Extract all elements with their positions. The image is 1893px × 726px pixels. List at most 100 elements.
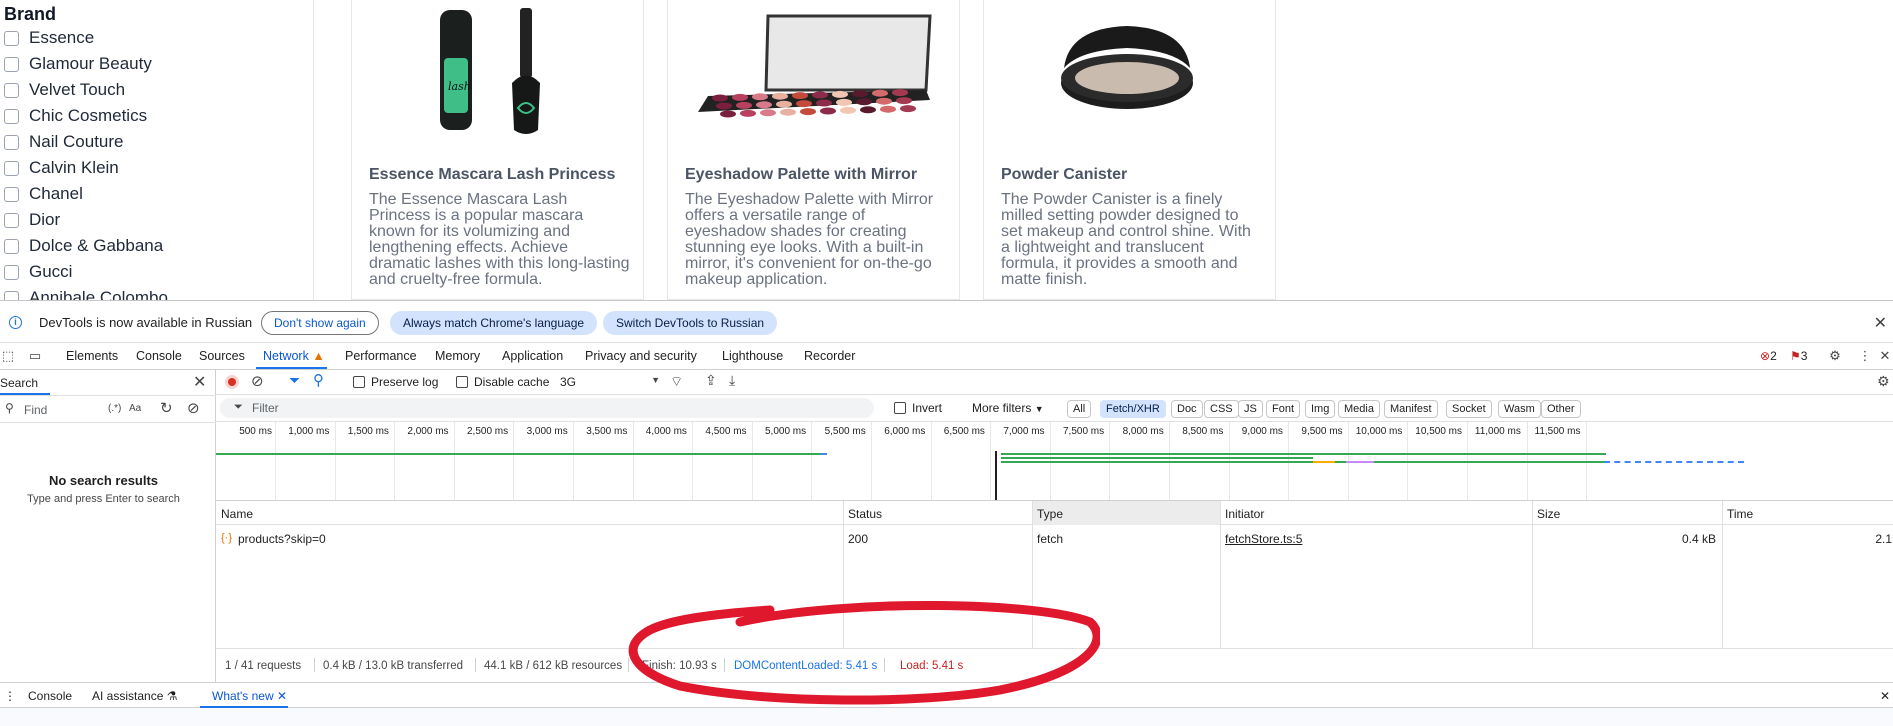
network-overview-timeline[interactable]: 500 ms 1,000 ms 1,500 ms 2,000 ms 2,500 ms 3,… (216, 422, 1893, 501)
inspect-element-icon[interactable]: ⬚ (0, 348, 16, 364)
filter-chip-media[interactable]: Media (1338, 400, 1380, 418)
checkbox[interactable] (4, 134, 19, 150)
tab-elements[interactable]: Elements (66, 349, 118, 363)
column-header-time[interactable]: Time (1727, 507, 1753, 521)
checkbox[interactable] (4, 264, 19, 280)
refresh-icon[interactable]: ↻ (160, 399, 173, 417)
device-toolbar-icon[interactable]: ▭ (27, 348, 43, 364)
error-counter[interactable]: ⊗2 (1760, 349, 1777, 363)
switch-to-russian-button[interactable]: Switch DevTools to Russian (603, 311, 778, 335)
drawer-tab-ai-assistance[interactable]: AI assistance ⚗ (92, 689, 177, 703)
product-card[interactable]: lash Essence Mascara Lash Princess The E… (351, 0, 644, 300)
more-filters-dropdown[interactable]: More filters ▼ (972, 401, 1044, 415)
request-name[interactable]: products?skip=0 (238, 532, 326, 546)
filter-chip-wasm[interactable]: Wasm (1498, 400, 1541, 418)
filter-chip-img[interactable]: Img (1305, 400, 1336, 418)
request-initiator-link[interactable]: fetchStore.ts:5 (1225, 532, 1302, 546)
preserve-log-checkbox[interactable]: Preserve log (353, 375, 438, 389)
brand-checkbox-annibale-colombo[interactable]: Annibale Colombo (4, 287, 168, 300)
export-har-icon[interactable]: ⤓ (729, 372, 735, 389)
close-drawer-icon[interactable]: ✕ (1880, 689, 1890, 703)
filter-chip-font[interactable]: Font (1266, 400, 1301, 418)
filter-chip-fetch-xhr[interactable]: Fetch/XHR (1100, 400, 1166, 418)
filter-input[interactable]: ⏷ Filter (220, 398, 874, 418)
product-card[interactable]: Powder Canister The Powder Canister is a… (983, 0, 1276, 300)
checkbox[interactable] (4, 82, 19, 98)
drawer-menu-icon[interactable]: ⋮ (4, 689, 16, 703)
brand-checkbox-calvin-klein[interactable]: Calvin Klein (4, 157, 119, 179)
regex-toggle[interactable]: (.*) (108, 403, 121, 414)
checkbox[interactable] (4, 290, 19, 300)
disable-cache-checkbox[interactable]: Disable cache (456, 375, 549, 389)
brand-checkbox-essence[interactable]: Essence (4, 27, 94, 49)
close-icon[interactable]: ✕ (1874, 313, 1887, 333)
tab-console[interactable]: Console (136, 349, 182, 363)
tab-performance[interactable]: Performance (345, 349, 417, 363)
product-title[interactable]: Essence Mascara Lash Princess (369, 166, 615, 184)
drawer-tab-whats-new[interactable]: What's new ✕ (212, 689, 287, 703)
close-devtools-icon[interactable]: ✕ (1877, 348, 1893, 364)
network-settings-icon[interactable]: ⚙ (1877, 373, 1890, 390)
tab-lighthouse[interactable]: Lighthouse (722, 349, 783, 363)
filter-chip-css[interactable]: CSS (1204, 400, 1239, 418)
brand-checkbox-chanel[interactable]: Chanel (4, 183, 83, 205)
checkbox[interactable] (4, 56, 19, 72)
drawer-tab-console[interactable]: Console (28, 689, 72, 703)
search-icon[interactable]: ⚲ (313, 371, 324, 389)
column-header-initiator[interactable]: Initiator (1225, 507, 1264, 521)
close-tab-icon[interactable]: ✕ (277, 689, 287, 703)
column-header-status[interactable]: Status (848, 507, 882, 521)
record-stop-icon[interactable] (225, 375, 239, 389)
product-title[interactable]: Powder Canister (1001, 166, 1127, 184)
checkbox[interactable] (4, 108, 19, 124)
network-conditions-icon[interactable]: ⌔ (670, 373, 683, 391)
search-tab[interactable]: Search (0, 376, 38, 390)
checkbox[interactable] (4, 212, 19, 228)
filter-chip-doc[interactable]: Doc (1171, 400, 1203, 418)
timeline-tick-label: 500 ms (239, 426, 272, 437)
brand-checkbox-nail-couture[interactable]: Nail Couture (4, 131, 124, 153)
throttling-select[interactable]: 3G ▼ (560, 375, 664, 389)
tab-application[interactable]: Application (502, 349, 563, 363)
checkbox[interactable] (4, 30, 19, 46)
dont-show-again-button[interactable]: Don't show again (261, 311, 379, 335)
settings-gear-icon[interactable]: ⚙ (1827, 348, 1843, 364)
timeline-bar (1001, 453, 1606, 455)
divider (314, 658, 315, 672)
import-har-icon[interactable]: ⇪ (705, 372, 717, 389)
tab-memory[interactable]: Memory (435, 349, 480, 363)
filter-chip-all[interactable]: All (1067, 400, 1092, 418)
filter-chip-js[interactable]: JS (1238, 400, 1263, 418)
column-header-name[interactable]: Name (221, 507, 253, 521)
tab-network[interactable]: Network ▲ (263, 349, 325, 363)
search-input[interactable]: Find (24, 403, 47, 417)
checkbox[interactable] (4, 238, 19, 254)
tab-sources[interactable]: Sources (199, 349, 245, 363)
brand-checkbox-chic-cosmetics[interactable]: Chic Cosmetics (4, 105, 147, 127)
tab-privacy-security[interactable]: Privacy and security (585, 349, 697, 363)
filter-chip-other[interactable]: Other (1541, 400, 1581, 418)
product-card[interactable]: Eyeshadow Palette with Mirror The Eyesha… (667, 0, 960, 300)
checkbox[interactable] (4, 160, 19, 176)
invert-checkbox[interactable]: Invert (894, 401, 942, 415)
checkbox[interactable] (4, 186, 19, 202)
filter-chip-manifest[interactable]: Manifest (1384, 400, 1438, 418)
brand-checkbox-dior[interactable]: Dior (4, 209, 60, 231)
clear-icon[interactable]: ⊘ (251, 372, 264, 390)
column-header-type[interactable]: Type (1037, 507, 1063, 521)
brand-checkbox-velvet-touch[interactable]: Velvet Touch (4, 79, 125, 101)
issue-counter[interactable]: ⚑3 (1790, 349, 1807, 363)
more-options-icon[interactable]: ⋮ (1857, 348, 1873, 364)
match-case-toggle[interactable]: Aa (129, 403, 141, 414)
filter-chip-socket[interactable]: Socket (1446, 400, 1492, 418)
filter-funnel-icon[interactable]: ⏷ (289, 372, 300, 389)
product-title[interactable]: Eyeshadow Palette with Mirror (685, 166, 917, 184)
always-match-language-button[interactable]: Always match Chrome's language (390, 311, 598, 335)
brand-checkbox-dolce-gabbana[interactable]: Dolce & Gabbana (4, 235, 163, 257)
brand-checkbox-gucci[interactable]: Gucci (4, 261, 72, 283)
column-header-size[interactable]: Size (1537, 507, 1560, 521)
clear-search-icon[interactable]: ⊘ (187, 399, 200, 417)
close-search-icon[interactable]: ✕ (193, 372, 206, 392)
brand-checkbox-glamour-beauty[interactable]: Glamour Beauty (4, 53, 152, 75)
tab-recorder[interactable]: Recorder (804, 349, 855, 363)
